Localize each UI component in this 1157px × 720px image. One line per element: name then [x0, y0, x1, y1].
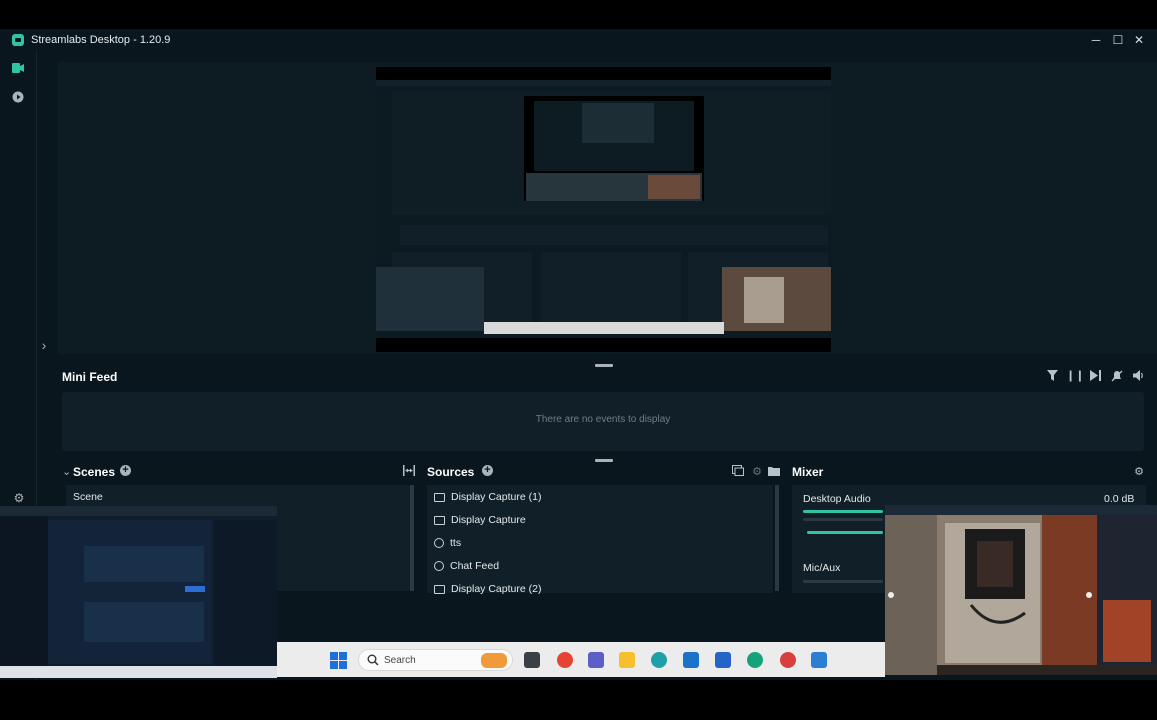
taskbar-search-placeholder: Search: [384, 655, 416, 666]
task-view-icon[interactable]: [524, 652, 540, 668]
source-label: tts: [450, 537, 462, 549]
source-group-icon[interactable]: [731, 465, 745, 479]
scenes-collapse-icon[interactable]: ⌄: [62, 465, 71, 478]
monitor-icon: [434, 515, 445, 525]
mic-aux-slider[interactable]: [803, 580, 883, 583]
mute-notifications-icon[interactable]: [1110, 370, 1124, 385]
volume-icon[interactable]: [1132, 370, 1146, 384]
source-label: Display Capture: [451, 514, 526, 526]
pause-icon[interactable]: ❙❙: [1066, 369, 1084, 382]
sources-title: Sources: [427, 465, 475, 479]
expand-chevron-icon[interactable]: ›: [36, 337, 52, 353]
add-scene-button[interactable]: +: [120, 465, 131, 476]
overlay-camera-thumbnail-right: [885, 505, 1157, 675]
skip-icon[interactable]: [1088, 370, 1102, 384]
maximize-button[interactable]: ☐: [1107, 29, 1129, 51]
mini-feed-title: Mini Feed: [62, 370, 118, 384]
scenes-scrollbar[interactable]: [410, 485, 414, 591]
source-folder-icon[interactable]: [767, 465, 781, 479]
feed-resize-handle[interactable]: [595, 459, 613, 462]
play-icon[interactable]: [10, 91, 26, 107]
chrome-icon[interactable]: [557, 652, 573, 668]
edge-icon[interactable]: [651, 652, 667, 668]
minimize-button[interactable]: ─: [1085, 29, 1107, 51]
overlay-screen-thumbnail-left: [0, 506, 277, 678]
app-icon[interactable]: [588, 652, 604, 668]
scene-transitions-icon[interactable]: [402, 465, 416, 479]
preview-display-capture: [376, 67, 831, 352]
add-source-button[interactable]: +: [482, 465, 493, 476]
source-properties-icon[interactable]: ⚙: [750, 465, 764, 478]
window-title: Streamlabs Desktop - 1.20.9: [31, 34, 171, 46]
title-bar: Streamlabs Desktop - 1.20.9 ─ ☐ ✕: [0, 29, 1157, 51]
mixer-title: Mixer: [792, 465, 824, 479]
source-item[interactable]: Display Capture (1): [434, 491, 541, 503]
mixer-channel-level: 0.0 dB: [1104, 493, 1135, 505]
source-label: Display Capture (2): [451, 583, 542, 595]
desktop-audio-meter: [803, 510, 883, 513]
mini-feed-empty-message: There are no events to display: [535, 414, 671, 425]
streamlabs-taskbar-icon[interactable]: [747, 652, 763, 668]
preview-resize-handle[interactable]: [595, 364, 613, 367]
scenes-title: Scenes: [73, 465, 116, 479]
mixer-settings-icon[interactable]: ⚙: [1132, 465, 1146, 478]
source-label: Display Capture (1): [451, 491, 542, 503]
taskbar-search-box[interactable]: Search: [358, 649, 513, 671]
source-item[interactable]: tts: [434, 537, 461, 549]
file-explorer-icon[interactable]: [619, 652, 635, 668]
search-icon: [367, 654, 379, 669]
photos-icon[interactable]: [811, 652, 827, 668]
filter-icon[interactable]: [1045, 370, 1059, 384]
close-button[interactable]: ✕: [1128, 29, 1150, 51]
search-highlight-icon: [481, 653, 507, 668]
monitor-icon: [434, 584, 445, 594]
store-icon[interactable]: [715, 652, 731, 668]
globe-icon: [434, 561, 444, 571]
scene-name: Scene: [73, 491, 103, 503]
mini-feed-panel: There are no events to display: [62, 392, 1144, 451]
mixer-channel-name: Desktop Audio: [803, 493, 871, 505]
globe-icon: [434, 538, 444, 548]
windows-taskbar: Search: [277, 642, 885, 677]
sources-scrollbar[interactable]: [775, 485, 779, 591]
scene-list-item[interactable]: Scene: [66, 485, 410, 507]
windows-start-icon[interactable]: [330, 652, 347, 669]
source-label: Chat Feed: [450, 560, 500, 572]
app-icon[interactable]: [780, 652, 796, 668]
mixer-channel-name: Mic/Aux: [803, 562, 841, 574]
monitor-icon: [434, 492, 445, 502]
streamlabs-logo-icon: [12, 34, 24, 46]
desktop-audio-slider[interactable]: [803, 518, 883, 521]
source-item[interactable]: Display Capture: [434, 514, 526, 526]
source-item[interactable]: Chat Feed: [434, 560, 499, 572]
source-item[interactable]: Display Capture (2): [434, 583, 541, 595]
outlook-icon[interactable]: [683, 652, 699, 668]
video-camera-icon[interactable]: [10, 62, 26, 78]
gear-icon[interactable]: ⚙: [11, 490, 27, 506]
desktop-audio-meter-secondary: [807, 531, 883, 534]
